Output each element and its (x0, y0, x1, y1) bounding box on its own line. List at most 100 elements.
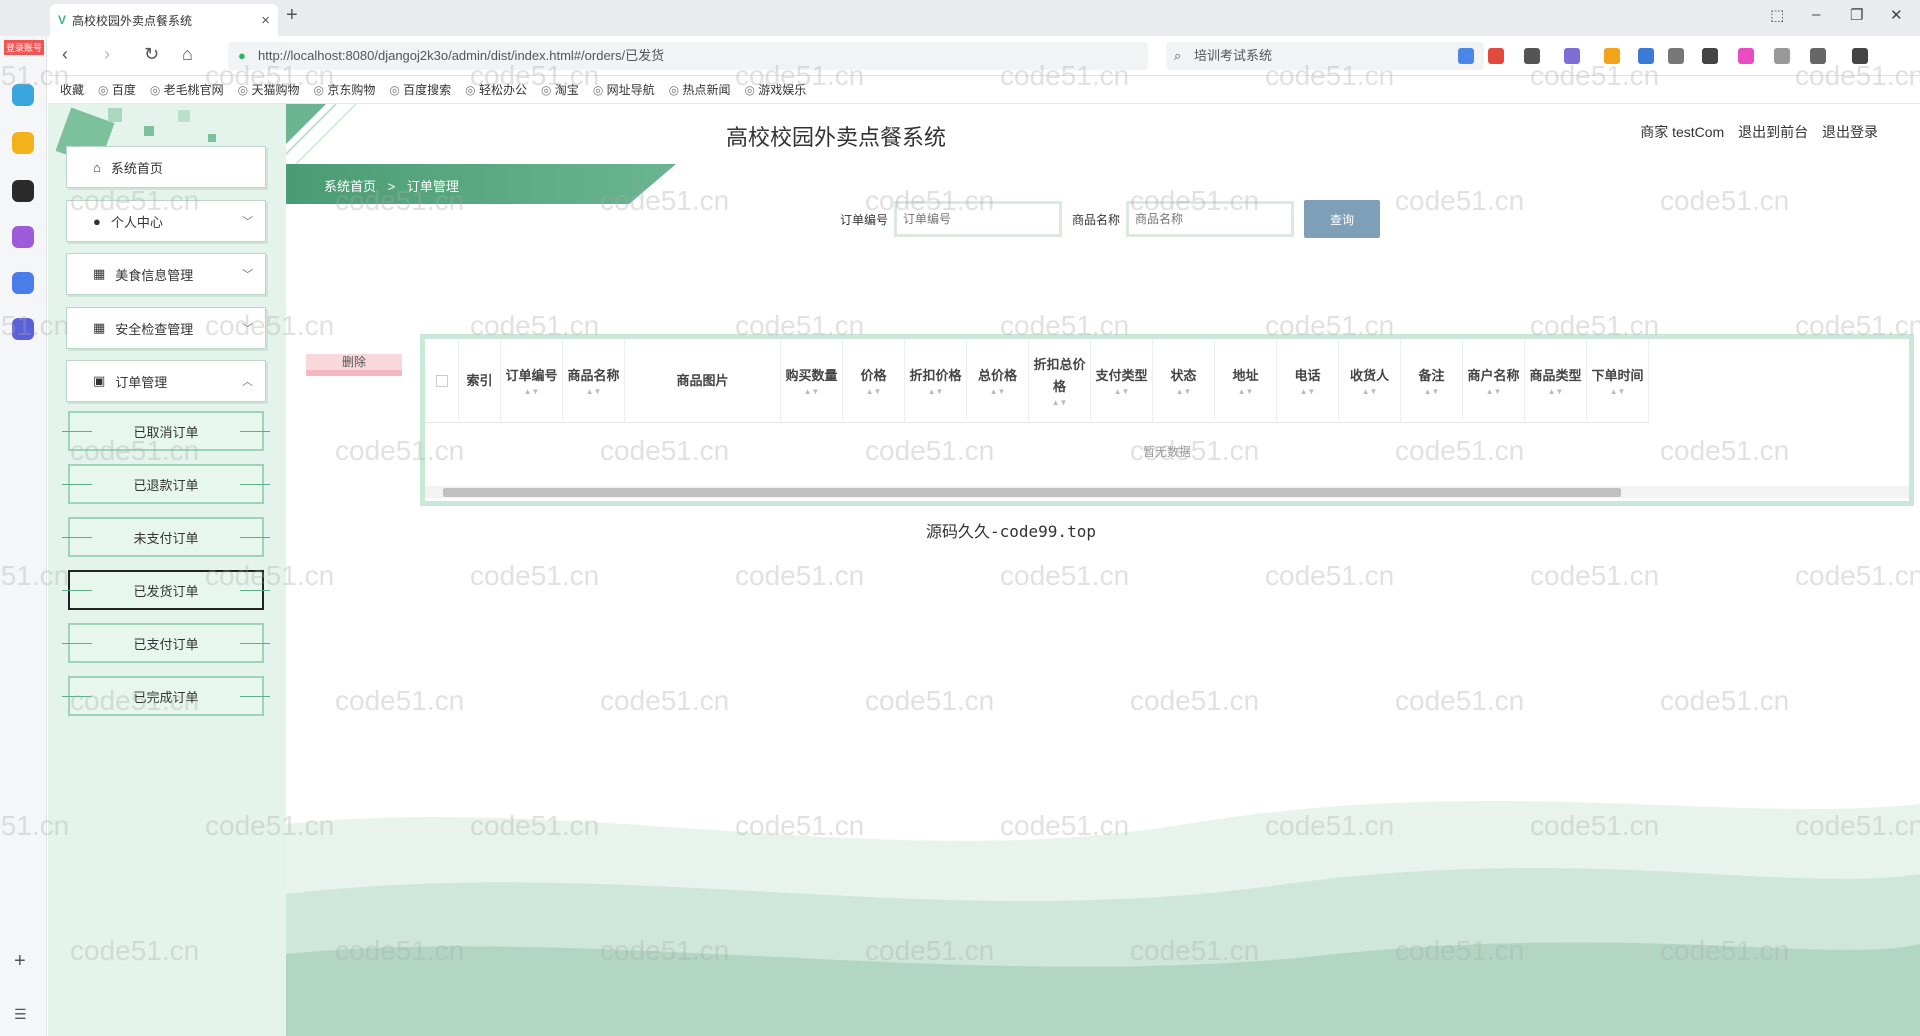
column-header[interactable]: 折扣价格 ▲▼ (905, 339, 967, 423)
bookmark-item[interactable]: 收藏 (60, 81, 84, 98)
menu-home[interactable]: ⌂ 系统首页 (66, 146, 266, 188)
submenu-refunded-orders[interactable]: 已退款订单 (62, 464, 270, 504)
column-header[interactable]: 购买数量 ▲▼ (781, 339, 843, 423)
column-header[interactable]: 商户名称 ▲▼ (1463, 339, 1525, 423)
search-form: 订单编号 商品名称 查询 (840, 200, 1381, 238)
chevron-down-icon: ﹀ (242, 216, 253, 228)
select-all-checkbox[interactable] (425, 339, 459, 423)
menu-label: 个人中心 (110, 214, 163, 230)
url-text: http://localhost:8080/djangoj2k3o/admin/… (258, 48, 665, 63)
column-header[interactable]: 地址 ▲▼ (1215, 339, 1277, 423)
menu-label: 安全检查管理 (115, 321, 194, 337)
back-icon[interactable]: ‹ (62, 44, 68, 65)
robot-icon[interactable] (12, 318, 34, 340)
ai-assistant-icon[interactable] (12, 272, 34, 294)
breadcrumb-home[interactable]: 系统首页 (324, 179, 376, 194)
pin-icon[interactable]: ⬚ (1770, 6, 1784, 24)
bookmark-item[interactable]: 老毛桃官网 (150, 81, 224, 98)
column-header[interactable]: 价格 ▲▼ (843, 339, 905, 423)
submenu-shipped-orders[interactable]: 已发货订单 (62, 570, 270, 610)
translate-icon[interactable] (1564, 48, 1580, 64)
login-badge[interactable]: 登录账号 (4, 40, 45, 55)
grid-apps-icon[interactable] (1702, 48, 1718, 64)
menu-label: 系统首页 (110, 160, 163, 176)
scrollbar-thumb[interactable] (443, 488, 1621, 497)
delete-button[interactable]: 删除 (306, 354, 402, 376)
column-header[interactable]: 商品类型 ▲▼ (1525, 339, 1587, 423)
column-header[interactable]: 状态 ▲▼ (1153, 339, 1215, 423)
column-header[interactable]: 订单编号 ▲▼ (501, 339, 563, 423)
bookmark-item[interactable]: 游戏娱乐 (744, 81, 806, 98)
menu-food-management[interactable]: ▦ 美食信息管理 ﹀ (66, 253, 266, 295)
chevron-up-icon: ︿ (242, 376, 253, 388)
ai-icon[interactable] (12, 226, 34, 248)
minimize-icon[interactable]: – (1812, 6, 1820, 23)
column-header[interactable]: 商品图片 (625, 339, 781, 423)
bookmark-item[interactable]: 淘宝 (541, 81, 579, 98)
back-to-front-link[interactable]: 退出到前台 (1738, 124, 1808, 140)
add-icon[interactable]: + (14, 950, 26, 973)
table-header: 索引 订单编号 ▲▼ 商品名称 ▲▼ 商品图片 购买数量 ▲▼ 价格 ▲▼ 折扣价格 ▲▼… (425, 339, 1649, 423)
scissors-icon[interactable] (1524, 48, 1540, 64)
weibo-icon[interactable] (1488, 48, 1504, 64)
home-browser-icon[interactable]: ⌂ (182, 44, 193, 65)
game-icon[interactable] (12, 180, 34, 202)
restore-icon[interactable]: ❐ (1850, 6, 1863, 24)
column-header[interactable]: 收货人 ▲▼ (1339, 339, 1401, 423)
column-header[interactable]: 折扣总价格 ▲▼ (1029, 339, 1091, 423)
menu-personal-center[interactable]: ● 个人中心 ﹀ (66, 200, 266, 242)
close-tab-icon[interactable]: × (261, 12, 270, 29)
address-bar[interactable]: ● http://localhost:8080/djangoj2k3o/admi… (228, 42, 1148, 70)
breadcrumb-separator: > (387, 179, 396, 194)
bookmark-item[interactable]: 百度 (98, 81, 136, 98)
brightness-icon[interactable] (1774, 48, 1790, 64)
column-header[interactable]: 电话 ▲▼ (1277, 339, 1339, 423)
submenu-unpaid-orders[interactable]: 未支付订单 (62, 517, 270, 557)
menu-order-management[interactable]: ▣ 订单管理 ︿ (66, 360, 266, 402)
favorites-star-icon[interactable] (12, 132, 34, 154)
order-no-label: 订单编号 (840, 212, 889, 227)
column-header[interactable]: 总价格 ▲▼ (967, 339, 1029, 423)
bookmark-item[interactable]: 热点新闻 (669, 81, 730, 98)
mail-icon[interactable] (1458, 48, 1474, 64)
breadcrumb-current: 订单管理 (406, 179, 459, 194)
undo-icon[interactable] (1810, 48, 1826, 64)
column-header[interactable]: 支付类型 ▲▼ (1091, 339, 1153, 423)
browser-tab[interactable]: V 高校校园外卖点餐系统 × (50, 4, 278, 36)
magnifier-icon[interactable] (1638, 48, 1654, 64)
order-no-input[interactable] (894, 201, 1063, 237)
submenu-cancelled-orders[interactable]: 已取消订单 (62, 411, 270, 451)
column-header[interactable]: 备注 ▲▼ (1401, 339, 1463, 423)
color-icon[interactable] (1738, 48, 1754, 64)
horizontal-scrollbar[interactable] (425, 486, 1909, 498)
menu-label: 美食信息管理 (115, 267, 194, 283)
new-tab-icon[interactable]: + (286, 4, 298, 27)
column-header[interactable]: 商品名称 ▲▼ (563, 339, 625, 423)
product-name-label: 商品名称 (1072, 212, 1121, 227)
menu-safety-check[interactable]: ▦ 安全检查管理 ﹀ (66, 307, 266, 349)
extension-icon[interactable] (1668, 48, 1684, 64)
reload-icon[interactable]: ↻ (144, 44, 159, 65)
column-header[interactable]: 下单时间 ▲▼ (1587, 339, 1649, 423)
breadcrumb: 系统首页 > 订单管理 (324, 176, 459, 195)
user-icon: ● (93, 213, 101, 229)
close-window-icon[interactable]: ✕ (1890, 6, 1903, 24)
browser-search[interactable]: ⌕ 培训考试系统 (1166, 42, 1484, 70)
sidebar-app-icon[interactable] (12, 84, 34, 106)
app-root: ⌂ 系统首页 ● 个人中心 ﹀ ▦ 美食信息管理 ﹀ ▦ 安全检查管理 ﹀ ▣ … (48, 104, 1920, 1036)
bookmark-item[interactable]: 天猫购物 (238, 81, 299, 98)
menu-icon[interactable] (1852, 48, 1868, 64)
logout-link[interactable]: 退出登录 (1822, 124, 1878, 140)
submenu-paid-orders[interactable]: 已支付订单 (62, 623, 270, 663)
bookmark-item[interactable]: 轻松办公 (465, 81, 527, 98)
shield-icon[interactable] (1604, 48, 1620, 64)
forward-icon[interactable]: › (104, 44, 110, 65)
product-name-input[interactable] (1126, 201, 1295, 237)
bookmark-item[interactable]: 网址导航 (593, 81, 655, 98)
tab-title: 高校校园外卖点餐系统 (72, 13, 193, 28)
bookmark-item[interactable]: 百度搜索 (389, 81, 451, 98)
list-icon[interactable]: ☰ (14, 1006, 27, 1023)
bookmark-item[interactable]: 京东购物 (314, 81, 375, 98)
submenu-completed-orders[interactable]: 已完成订单 (62, 676, 270, 716)
query-button[interactable]: 查询 (1304, 200, 1381, 238)
